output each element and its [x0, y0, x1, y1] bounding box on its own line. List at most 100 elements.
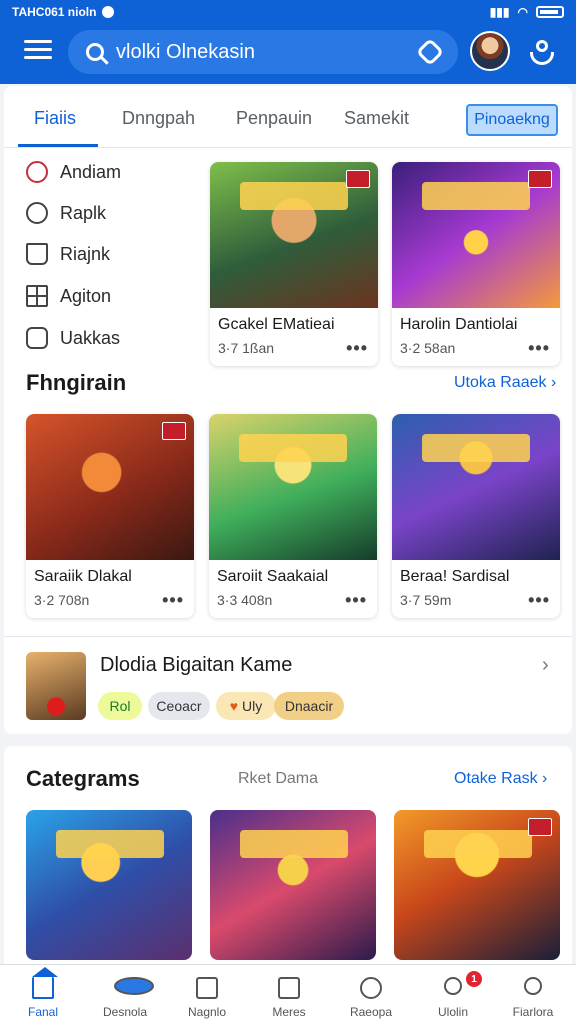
more-icon[interactable]: •••	[346, 338, 368, 359]
tag-icon	[26, 327, 48, 349]
tag-chip[interactable]: Dnaacir	[274, 692, 344, 720]
sidebar-item-label: Riajnk	[60, 243, 111, 264]
featured-game-row[interactable]: Dlodia Bigaitan Kame › Rol Ceoacr ♥ Uly D…	[4, 638, 572, 734]
game-artwork	[392, 162, 560, 308]
status-time: TAHC061 nioln	[12, 5, 97, 19]
game-artwork	[210, 162, 378, 308]
badge-icon	[528, 170, 552, 188]
nav-item-search[interactable]: Desnola	[84, 965, 166, 1024]
search-input[interactable]	[116, 40, 420, 64]
category-card[interactable]	[26, 810, 192, 960]
game-logo	[422, 434, 530, 462]
featured-game-title: Dlodia Bigaitan Kame	[100, 654, 293, 676]
nav-item-profile[interactable]: Fiarlora	[492, 965, 574, 1024]
game-card[interactable]: Saraiik Dlakal 3·2 708n •••	[26, 414, 194, 618]
tag-chip-label: Uly	[242, 698, 263, 714]
categories-subtitle[interactable]: Rket Dama	[238, 770, 318, 788]
status-icons: ▮▮▮ ◠	[490, 5, 564, 19]
game-artwork	[26, 414, 194, 560]
avatar[interactable]	[470, 31, 510, 71]
category-logo	[424, 830, 532, 858]
game-card[interactable]: Harolin Dantiolai 3·2 58an •••	[392, 162, 560, 366]
nav-item-explore[interactable]: Raeopa	[330, 965, 412, 1024]
nav-label: Fanal	[27, 1005, 59, 1019]
category-card[interactable]	[210, 810, 376, 960]
search-icon	[114, 977, 154, 995]
profile-icon[interactable]	[526, 38, 558, 68]
grid-icon	[26, 285, 48, 307]
sidebar-item-label: Agiton	[60, 285, 112, 306]
document-icon	[196, 977, 218, 999]
tab-3[interactable]: Penpauin	[236, 108, 312, 129]
nav-item-list[interactable]: Meres	[248, 965, 330, 1024]
chevron-right-icon[interactable]: ›	[542, 654, 549, 677]
more-icon[interactable]: •••	[162, 590, 184, 611]
categories-title: Categrams	[26, 766, 140, 791]
tab-active-indicator	[18, 144, 98, 147]
user-icon	[444, 977, 462, 995]
game-card[interactable]: Saroiit Saakaial 3·3 408n •••	[209, 414, 377, 618]
game-logo	[240, 182, 348, 210]
game-title: Harolin Dantiolai	[400, 316, 518, 333]
list-icon	[278, 977, 300, 999]
heart-icon: ♥	[229, 698, 239, 714]
cup-icon	[26, 243, 48, 265]
game-logo	[422, 182, 530, 210]
category-logo	[240, 830, 348, 858]
nav-label: Desnola	[102, 1005, 148, 1019]
sidebar-item-label: Raplk	[60, 202, 107, 223]
divider	[4, 636, 572, 637]
sidebar-item-label: Uakkas	[60, 327, 121, 348]
sidebar-item-4[interactable]: Agiton	[26, 282, 111, 310]
clock-icon	[26, 161, 48, 183]
game-card[interactable]: Gcakel EMatieai 3·7 1ßan •••	[210, 162, 378, 366]
tag-chip[interactable]: Ceoacr	[148, 692, 210, 720]
tab-4[interactable]: Samekit	[344, 108, 409, 129]
game-title: Beraa! Sardisal	[400, 568, 510, 585]
tab-bar: Fiaiis Dnngpah Penpauin Samekit Pinoaekn…	[4, 86, 572, 148]
sidebar-item-1[interactable]: Andiam	[26, 158, 121, 186]
game-title: Gcakel EMatieai	[218, 316, 335, 333]
hamburger-icon[interactable]	[24, 40, 52, 62]
section-title: Fhngirain	[26, 370, 127, 395]
more-icon[interactable]: •••	[528, 590, 550, 611]
nav-label: Meres	[272, 1005, 306, 1019]
settings-icon[interactable]	[415, 37, 445, 67]
check-circle-icon	[26, 202, 48, 224]
tab-1[interactable]: Fiaiis	[34, 108, 76, 129]
badge-icon	[162, 422, 186, 440]
see-all-link[interactable]: Utoka Raaek ›	[454, 374, 556, 392]
game-title: Saraiik Dlakal	[34, 568, 132, 585]
signal-icon: ▮▮▮	[489, 5, 510, 19]
compass-icon	[360, 977, 382, 999]
wifi-icon: ◠	[517, 5, 528, 19]
game-logo	[239, 434, 347, 462]
nav-item-doc[interactable]: Nagnlo	[166, 965, 248, 1024]
notification-dot-icon	[102, 6, 115, 18]
game-meta: 3·2 708n	[34, 592, 90, 608]
more-icon[interactable]: •••	[345, 590, 367, 611]
nav-label: Raeopa	[349, 1005, 393, 1019]
game-meta: 3·7 1ßan	[218, 340, 275, 356]
sidebar-item-3[interactable]: Riajnk	[26, 240, 110, 268]
game-title: Saroiit Saakaial	[217, 568, 329, 585]
game-meta: 3·7 59m	[400, 592, 452, 608]
tab-pill-button[interactable]: Pinoaekng	[466, 104, 558, 136]
more-icon[interactable]: •••	[528, 338, 550, 359]
see-all-link[interactable]: Otake Rask ›	[454, 770, 547, 788]
sidebar-item-2[interactable]: Raplk	[26, 199, 106, 227]
tag-chip[interactable]: ♥ Uly	[216, 692, 276, 720]
game-artwork	[209, 414, 377, 560]
tab-2[interactable]: Dnngpah	[122, 108, 195, 129]
game-card[interactable]: Beraa! Sardisal 3·7 59m •••	[392, 414, 560, 618]
nav-label: Nagnlo	[187, 1005, 227, 1019]
search-bar[interactable]	[68, 30, 458, 74]
nav-item-home[interactable]: Fanal	[2, 965, 84, 1024]
tag-chip[interactable]: Rol	[98, 692, 142, 720]
badge-icon	[346, 170, 370, 188]
nav-label: Fiarlora	[512, 1005, 554, 1019]
game-meta: 3·3 408n	[217, 592, 273, 608]
nav-item-notifications[interactable]: 1 Ulolin	[412, 965, 494, 1024]
category-card[interactable]	[394, 810, 560, 960]
sidebar-item-5[interactable]: Uakkas	[26, 324, 120, 352]
